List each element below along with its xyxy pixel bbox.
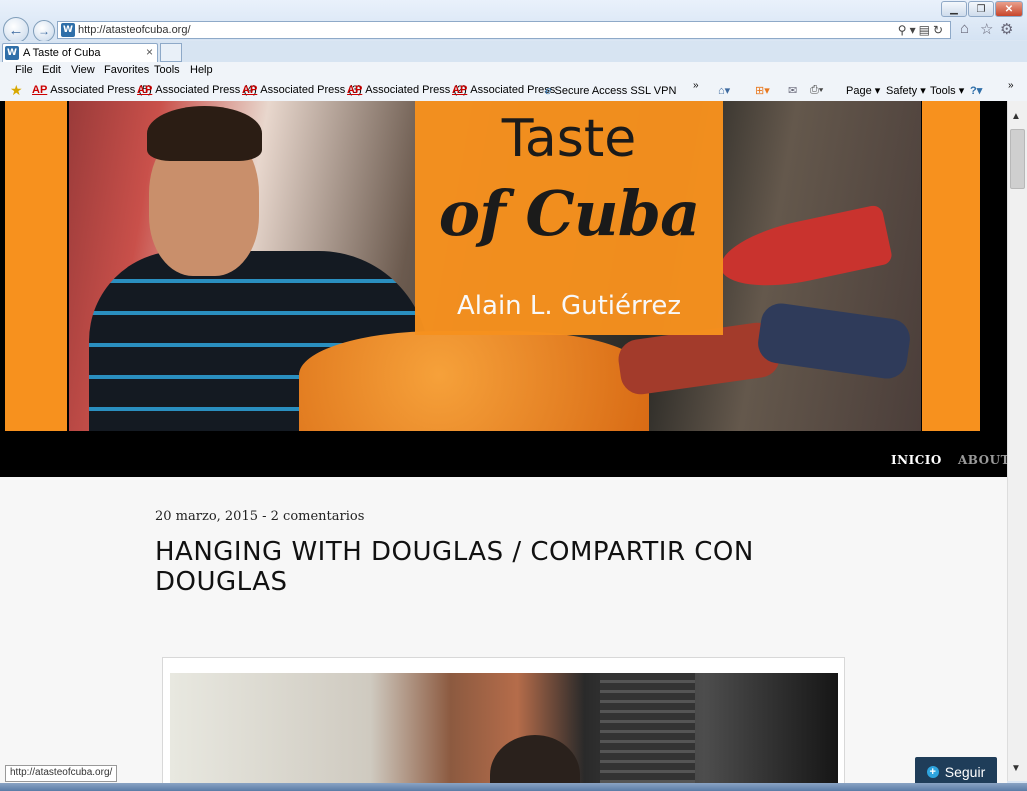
wordpress-icon: W: [5, 46, 19, 60]
ap-icon: AP: [137, 84, 153, 96]
minimize-button[interactable]: ▁: [941, 1, 967, 17]
favorite-link[interactable]: AP Associated Press (5): [32, 84, 152, 96]
post-title[interactable]: HANGING WITH DOUGLAS / COMPARTIR CON DOU…: [155, 537, 775, 597]
photo-beans-black: [755, 300, 913, 382]
favorite-link[interactable]: AP Associated Press (4): [137, 84, 257, 96]
windows-taskbar: [0, 783, 1027, 791]
plus-icon: +: [926, 766, 939, 778]
favorite-link[interactable]: AP Associated Press (2): [347, 84, 467, 96]
rss-feed-icon[interactable]: ⊞▾: [755, 84, 770, 97]
favorite-link-vpn[interactable]: ℯ Secure Access SSL VPN: [545, 84, 676, 97]
home-command-icon[interactable]: ⌂▾: [718, 84, 730, 97]
post-image-frame: [162, 657, 845, 791]
scroll-up-arrow-icon[interactable]: ▲: [1011, 111, 1021, 122]
follow-label: Seguir: [944, 764, 986, 780]
favorites-bar: ★ AP Associated Press (5) AP Associated Pr…: [0, 80, 1027, 102]
read-mail-icon[interactable]: ✉: [788, 84, 797, 97]
ap-icon: AP: [452, 84, 468, 96]
wordpress-icon: W: [61, 23, 75, 37]
arrow-left-icon: ←: [8, 21, 24, 39]
photo-window-shutter: [600, 673, 695, 791]
home-icon[interactable]: ⌂: [960, 20, 969, 37]
favorite-link[interactable]: AP Associated Press (3): [242, 84, 362, 96]
search-icon[interactable]: ⚲▾: [898, 23, 919, 37]
photo-hair: [147, 106, 262, 161]
post-photo[interactable]: [170, 673, 838, 791]
menu-help[interactable]: Help: [190, 64, 213, 76]
header-orange-band-right: [922, 101, 980, 431]
favorite-label: Associated Press: [470, 84, 556, 96]
scroll-thumb[interactable]: [1010, 129, 1025, 189]
logo-author-name: Alain L. Gutiérrez: [457, 291, 681, 321]
ap-icon: AP: [32, 84, 48, 96]
back-button[interactable]: ←: [3, 17, 29, 43]
menu-edit[interactable]: Edit: [42, 64, 61, 76]
logo-taste-text: Taste: [501, 109, 637, 169]
ap-icon: AP: [347, 84, 363, 96]
site-logo[interactable]: Taste of Cuba Alain L. Gutiérrez: [415, 101, 723, 335]
status-bar-url: http://atasteofcuba.org/: [5, 765, 118, 782]
nav-link-inicio[interactable]: INICIO: [891, 453, 942, 467]
favorite-link[interactable]: AP Associated Press: [452, 84, 555, 96]
address-actions[interactable]: ⚲▾▤↻: [898, 23, 946, 37]
menu-file[interactable]: File: [15, 64, 33, 76]
scroll-down-arrow-icon[interactable]: ▼: [1011, 763, 1021, 774]
tab-a-taste-of-cuba[interactable]: W A Taste of Cuba ×: [2, 43, 158, 62]
maximize-button[interactable]: ❐: [968, 1, 994, 17]
address-bar[interactable]: W http://atasteofcuba.org/ ⚲▾▤↻: [57, 21, 951, 39]
favorite-label: Secure Access SSL VPN: [554, 85, 677, 97]
address-url[interactable]: http://atasteofcuba.org/: [78, 24, 191, 36]
minimize-icon: ▁: [950, 3, 958, 15]
close-window-button[interactable]: ✕: [995, 1, 1023, 17]
menu-view[interactable]: View: [71, 64, 95, 76]
photo-scoop: [714, 203, 894, 299]
tab-label: A Taste of Cuba: [23, 47, 101, 59]
refresh-icon[interactable]: ↻: [933, 23, 946, 37]
favorites-star-icon[interactable]: ☆: [980, 20, 993, 38]
ie-page-icon: ℯ: [545, 85, 552, 97]
page-menu[interactable]: Page ▾: [846, 84, 880, 97]
site-header: Taste of Cuba Alain L. Gutiérrez: [0, 101, 1007, 431]
favorites-overflow-chevron-icon[interactable]: »: [693, 80, 699, 91]
nav-link-about[interactable]: ABOUT: [958, 453, 1007, 467]
close-icon: ✕: [1004, 3, 1014, 15]
maximize-icon: ❐: [976, 3, 986, 15]
compat-icon[interactable]: ▤: [919, 23, 933, 37]
print-icon[interactable]: ⎙▾: [810, 84, 823, 97]
site-nav: INICIO ABOUT: [0, 431, 1007, 477]
arrow-right-icon: →: [38, 24, 50, 38]
gear-icon[interactable]: ⚙: [1000, 20, 1013, 38]
menu-tools[interactable]: Tools: [154, 64, 180, 76]
tools-menu[interactable]: Tools ▾: [930, 84, 964, 97]
menu-bar: File Edit View Favorites Tools Help: [0, 62, 1027, 80]
add-favorite-star-icon[interactable]: ★: [10, 82, 23, 99]
new-tab-button[interactable]: [160, 43, 182, 62]
close-tab-icon[interactable]: ×: [146, 45, 153, 59]
forward-button[interactable]: →: [33, 20, 55, 42]
tab-row: W A Taste of Cuba ×: [0, 41, 1027, 63]
help-icon[interactable]: ?▾: [970, 84, 982, 97]
web-page: Taste of Cuba Alain L. Gutiérrez INICIO …: [0, 101, 1007, 791]
post-meta[interactable]: 20 marzo, 2015 - 2 comentarios: [155, 509, 364, 524]
browser-titlebar: ← → W http://atasteofcuba.org/ ⚲▾▤↻ ▁ ❐ …: [0, 0, 1027, 43]
photo-papaya: [299, 331, 649, 431]
header-orange-band-left: [5, 101, 67, 431]
logo-of-cuba-text: of Cuba: [438, 177, 701, 250]
menu-favorites[interactable]: Favorites: [104, 64, 149, 76]
safety-menu[interactable]: Safety ▾: [886, 84, 926, 97]
vertical-scrollbar[interactable]: ▲ ▼: [1007, 101, 1027, 781]
commandbar-overflow-chevron-icon[interactable]: »: [1008, 80, 1014, 91]
ap-icon: AP: [242, 84, 258, 96]
